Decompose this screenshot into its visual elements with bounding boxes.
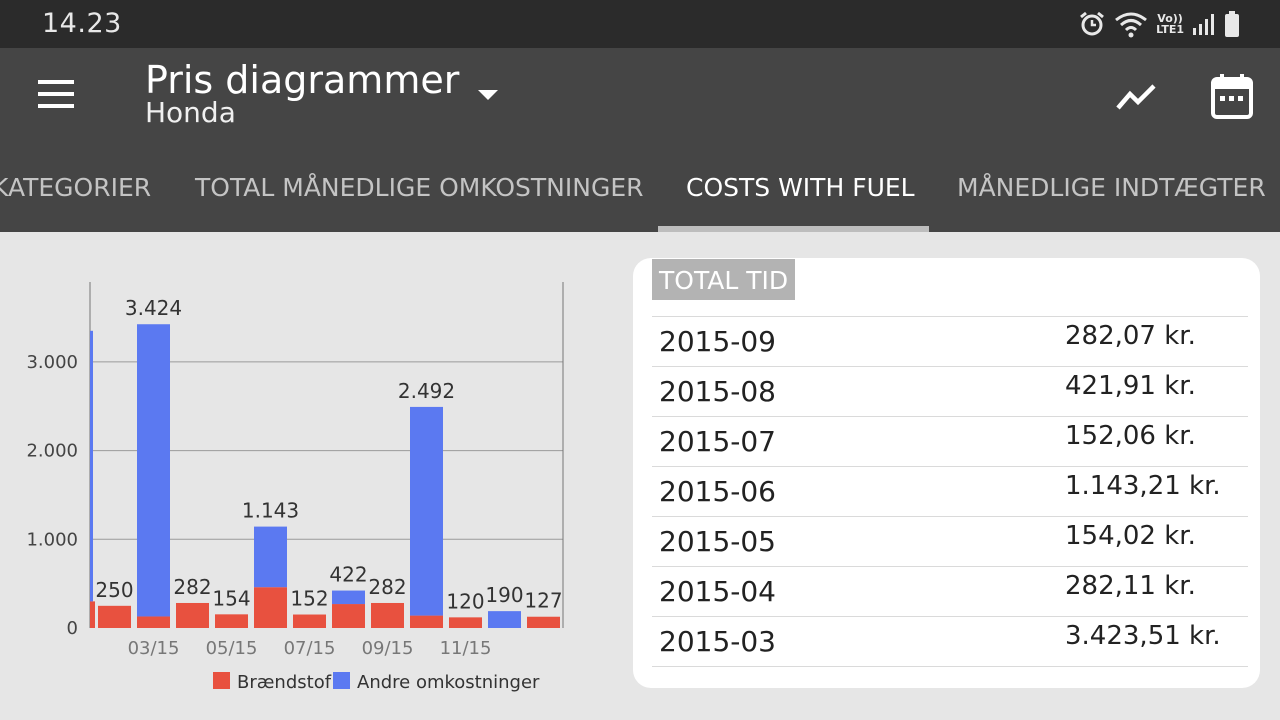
data-label: 282 <box>368 575 406 599</box>
data-label: 120 <box>446 589 484 613</box>
x-tick-label: 03/15 <box>128 638 180 659</box>
bar-andre-omkostninger <box>488 611 521 628</box>
amount-value: 3.423,51 kr. <box>1065 621 1221 651</box>
list-item[interactable]: 2015-06 1.143,21 kr. <box>652 466 1248 516</box>
total-tid-card: TOTAL TID 2015-09 282,07 kr. 2015-08 421… <box>633 258 1260 688</box>
signal-icon <box>1193 14 1214 35</box>
legend-label: Andre omkostninger <box>357 672 540 693</box>
bar-brandstof <box>176 602 209 628</box>
data-label: 154 <box>212 586 250 610</box>
data-label: 2.492 <box>398 379 455 403</box>
totals-list: 2015-09 282,07 kr. 2015-08 421,91 kr. 20… <box>652 316 1248 667</box>
amount-value: 1.143,21 kr. <box>1065 471 1221 501</box>
bar-brandstof <box>98 605 131 628</box>
list-item[interactable]: 2015-07 152,06 kr. <box>652 416 1248 466</box>
list-item[interactable]: 2015-08 421,91 kr. <box>652 366 1248 416</box>
bar-brandstof <box>410 615 443 628</box>
status-bar: 14.23 Vo)) LTE1 <box>0 0 1280 48</box>
bar-brandstof <box>332 604 365 628</box>
card-header: TOTAL TID <box>652 259 796 300</box>
bar-brandstof <box>449 617 482 628</box>
x-tick-label: 11/15 <box>440 638 492 659</box>
bar-brandstof <box>527 616 560 628</box>
tab-kategorier[interactable]: KATEGORIER <box>0 140 151 232</box>
period-label: 2015-06 <box>659 475 776 508</box>
period-label: 2015-05 <box>659 525 776 558</box>
costs-chart: 0 1.000 2.000 3.000 250 3.424 282 154 1.143 152 42… <box>0 232 620 720</box>
amount-value: 152,06 kr. <box>1065 421 1196 451</box>
alarm-icon <box>1080 11 1105 36</box>
tab-costs-with-fuel[interactable]: COSTS WITH FUEL <box>686 140 915 232</box>
bar-brandstof <box>293 614 326 628</box>
bar-andre-omkostninger <box>137 324 170 617</box>
tab-bar: KATEGORIER TOTAL MÅNEDLIGE OMKOSTNINGER … <box>0 140 1280 232</box>
bar-fuel-partial <box>90 601 95 628</box>
amount-value: 282,11 kr. <box>1065 571 1196 601</box>
amount-value: 282,07 kr. <box>1065 321 1196 351</box>
vehicle-subtitle: Honda <box>145 96 236 129</box>
x-tick-label: 09/15 <box>362 638 414 659</box>
bar-brandstof <box>371 602 404 628</box>
y-tick-label: 0 <box>67 618 78 639</box>
bar-andre-omkostninger <box>254 526 287 588</box>
period-label: 2015-04 <box>659 575 776 608</box>
period-label: 2015-07 <box>659 425 776 458</box>
data-label: 1.143 <box>242 499 299 523</box>
tab-total-maanedlige-omkostninger[interactable]: TOTAL MÅNEDLIGE OMKOSTNINGER <box>195 140 644 232</box>
data-label: 3.424 <box>125 296 182 320</box>
legend-label: Brændstof <box>237 672 332 693</box>
tab-maanedlige-indtaegter[interactable]: MÅNEDLIGE INDTÆGTER <box>957 140 1266 232</box>
x-tick-label: 05/15 <box>206 638 258 659</box>
app-toolbar: Pris diagrammer Honda <box>0 48 1280 140</box>
bar-andre-omkostninger <box>410 406 443 616</box>
bar-brandstof <box>137 616 170 628</box>
bar-other-partial <box>90 330 93 602</box>
data-label: 282 <box>173 575 211 599</box>
y-tick-label: 1.000 <box>26 529 78 550</box>
data-label: 250 <box>95 578 133 602</box>
data-label: 422 <box>329 563 367 587</box>
data-label: 152 <box>290 587 328 611</box>
period-label: 2015-03 <box>659 625 776 658</box>
amount-value: 421,91 kr. <box>1065 371 1196 401</box>
legend-swatch-andre <box>333 672 350 689</box>
battery-icon <box>1225 11 1239 37</box>
list-item[interactable]: 2015-09 282,07 kr. <box>652 316 1248 366</box>
amount-value: 154,02 kr. <box>1065 521 1196 551</box>
bar-brandstof <box>254 587 287 628</box>
period-label: 2015-08 <box>659 375 776 408</box>
period-label: 2015-09 <box>659 325 776 358</box>
data-label: 127 <box>524 589 562 613</box>
stacked-bar-chart: 01.0002.0003.0002503.424282 1541.14315242… <box>26 282 564 693</box>
bar-brandstof <box>215 614 248 628</box>
x-tick-label: 07/15 <box>284 638 336 659</box>
legend-swatch-brandstof <box>213 672 230 689</box>
y-tick-label: 2.000 <box>26 441 78 462</box>
list-item[interactable]: 2015-04 282,11 kr. <box>652 566 1248 616</box>
list-item[interactable]: 2015-03 3.423,51 kr. <box>652 616 1248 667</box>
trend-chart-icon[interactable] <box>1112 74 1160 118</box>
active-tab-indicator <box>658 226 929 232</box>
bar-andre-omkostninger <box>332 590 365 605</box>
wifi-icon <box>1115 12 1148 38</box>
y-tick-label: 3.000 <box>26 352 78 373</box>
status-time: 14.23 <box>42 8 122 39</box>
menu-icon[interactable] <box>36 80 76 110</box>
status-icons: Vo)) LTE1 <box>1078 8 1240 40</box>
dropdown-arrow-icon[interactable] <box>476 88 500 102</box>
data-label: 190 <box>485 583 523 607</box>
calendar-icon[interactable] <box>1206 70 1258 122</box>
list-item[interactable]: 2015-05 154,02 kr. <box>652 516 1248 566</box>
network-type-label: Vo)) LTE1 <box>1156 12 1184 36</box>
